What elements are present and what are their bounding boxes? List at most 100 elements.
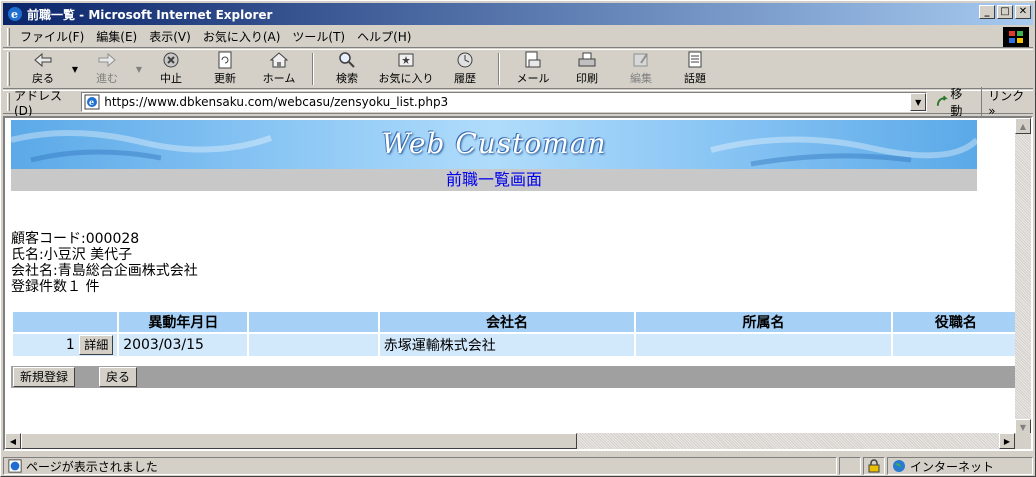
customer-info: 顧客コード:000028 氏名:小豆沢 美代子 会社名:青島総合企画株式会社 登… <box>11 231 198 295</box>
mail-label: メール <box>516 72 550 85</box>
address-url: https://www.dbkensaku.com/webcasu/zensyo… <box>104 95 449 109</box>
favorites-icon <box>398 53 414 67</box>
ie-icon: e <box>8 7 22 21</box>
refresh-button[interactable]: 更新 <box>198 50 252 88</box>
globe-icon <box>893 460 905 472</box>
print-icon <box>578 52 596 67</box>
search-icon <box>339 52 355 68</box>
back-button[interactable]: 戻る <box>16 50 70 88</box>
scroll-right-icon[interactable]: ▶ <box>999 433 1015 449</box>
print-button[interactable]: 印刷 <box>560 50 614 88</box>
col-header-company: 会社名 <box>379 312 635 332</box>
mail-icon <box>525 51 541 68</box>
lock-icon <box>868 459 880 473</box>
forward-label: 進む <box>96 72 118 85</box>
standard-toolbar: 戻る ▼ 進む ▼ 中止 更新 ホーム 検索 お気に入り 履歴 メール 印刷 編… <box>3 49 1033 89</box>
customer-name: 氏名:小豆沢 美代子 <box>11 247 133 263</box>
stop-label: 中止 <box>160 72 182 85</box>
banner: Web Customan 前職一覧画面 <box>11 120 977 191</box>
print-label: 印刷 <box>576 72 598 85</box>
discuss-button[interactable]: 話題 <box>668 50 722 88</box>
links-button[interactable]: リンク » <box>981 86 1033 118</box>
back-page-button[interactable]: 戻る <box>99 367 138 387</box>
search-label: 検索 <box>336 72 358 85</box>
menu-help[interactable]: ヘルプ(H) <box>351 28 417 45</box>
table-header: 異動年月日 会社名 所属名 役職名 <box>13 312 1019 332</box>
edit-icon <box>633 53 648 67</box>
menu-view[interactable]: 表示(V) <box>143 28 197 45</box>
table-row: 1 詳細 2003/03/15 赤塚運輸株式会社 <box>13 334 1019 356</box>
grip <box>7 52 10 86</box>
stop-button[interactable]: 中止 <box>144 50 198 88</box>
minimize-button[interactable]: _ <box>979 5 995 19</box>
row-date: 2003/03/15 <box>119 334 248 356</box>
page-viewport: Web Customan 前職一覧画面 顧客コード:000028 氏名:小豆沢 … <box>3 116 1033 451</box>
status-zone: インターネット <box>887 457 1033 475</box>
search-button[interactable]: 検索 <box>320 50 374 88</box>
new-register-button[interactable]: 新規登録 <box>13 367 76 387</box>
action-bar: 新規登録 戻る <box>11 366 1021 388</box>
page-icon: e <box>84 94 100 110</box>
history-button[interactable]: 履歴 <box>438 50 492 88</box>
horizontal-scrollbar[interactable]: ◀ ▶ <box>5 433 1015 449</box>
discuss-label: 話題 <box>684 72 706 85</box>
status-text: ページが表示されました <box>26 459 158 474</box>
home-label: ホーム <box>262 72 296 85</box>
row-dept <box>636 334 891 356</box>
menu-file[interactable]: ファイル(F) <box>14 28 90 45</box>
svg-text:e: e <box>11 8 18 21</box>
maximize-button[interactable]: □ <box>997 5 1013 19</box>
page-subtitle: 前職一覧画面 <box>11 169 977 191</box>
history-table: 異動年月日 会社名 所属名 役職名 1 詳細 2003/03/15 赤塚運輸株式… <box>11 310 1021 358</box>
forward-dropdown[interactable]: ▼ <box>134 50 144 88</box>
vertical-scrollbar[interactable]: ▲ ▼ <box>1015 118 1031 435</box>
home-icon <box>269 52 289 68</box>
scroll-thumb[interactable] <box>21 433 577 449</box>
close-button[interactable]: ✕ <box>1015 5 1031 19</box>
grip <box>7 93 10 111</box>
favorites-button[interactable]: お気に入り <box>374 50 438 88</box>
page-status-icon <box>8 459 22 473</box>
customer-code: 顧客コード:000028 <box>11 231 140 247</box>
grip <box>7 27 10 46</box>
back-arrow-icon <box>34 52 52 68</box>
status-bar: ページが表示されました インターネット <box>3 456 1033 476</box>
go-button[interactable]: 移動 <box>935 85 973 119</box>
status-main: ページが表示されました <box>3 457 837 475</box>
go-arrow-icon <box>937 95 948 106</box>
browser-window: e 前職一覧 - Microsoft Internet Explorer _ □… <box>0 0 1036 477</box>
col-header-blank <box>249 312 378 332</box>
address-bar: アドレス(D) e https://www.dbkensaku.com/webc… <box>3 86 1033 118</box>
menu-edit[interactable]: 編集(E) <box>90 28 143 45</box>
zone-label: インターネット <box>910 459 995 474</box>
windows-logo-icon <box>1003 27 1029 47</box>
page-content: Web Customan 前職一覧画面 顧客コード:000028 氏名:小豆沢 … <box>5 118 1021 435</box>
back-dropdown[interactable]: ▼ <box>70 50 80 88</box>
history-label: 履歴 <box>454 72 476 85</box>
forward-arrow-icon <box>98 52 116 68</box>
menu-tools[interactable]: ツール(T) <box>286 28 351 45</box>
edit-button[interactable]: 編集 <box>614 50 668 88</box>
window-title: 前職一覧 - Microsoft Internet Explorer <box>27 7 273 22</box>
refresh-label: 更新 <box>214 72 236 85</box>
forward-button[interactable]: 進む <box>80 50 134 88</box>
detail-button[interactable]: 詳細 <box>79 335 114 355</box>
banner-image: Web Customan <box>11 120 977 169</box>
svg-text:e: e <box>89 97 94 107</box>
row-title <box>892 334 1019 356</box>
row-no-cell: 1 詳細 <box>13 334 118 356</box>
mail-button[interactable]: メール <box>506 50 560 88</box>
address-dropdown[interactable]: ▼ <box>910 93 927 111</box>
menu-bar: ファイル(F) 編集(E) 表示(V) お気に入り(A) ツール(T) ヘルプ(… <box>3 26 1033 48</box>
customer-company: 会社名:青島総合企画株式会社 <box>11 263 198 279</box>
status-cell-lock <box>863 457 885 475</box>
col-header-date: 異動年月日 <box>119 312 248 332</box>
menu-favorites[interactable]: お気に入り(A) <box>197 28 287 45</box>
scroll-left-icon[interactable]: ◀ <box>5 433 21 449</box>
edit-label: 編集 <box>630 72 652 85</box>
row-blank <box>249 334 378 356</box>
scroll-up-icon[interactable]: ▲ <box>1015 118 1031 134</box>
back-label: 戻る <box>32 72 54 85</box>
address-input[interactable]: e https://www.dbkensaku.com/webcasu/zens… <box>81 92 928 112</box>
home-button[interactable]: ホーム <box>252 50 306 88</box>
